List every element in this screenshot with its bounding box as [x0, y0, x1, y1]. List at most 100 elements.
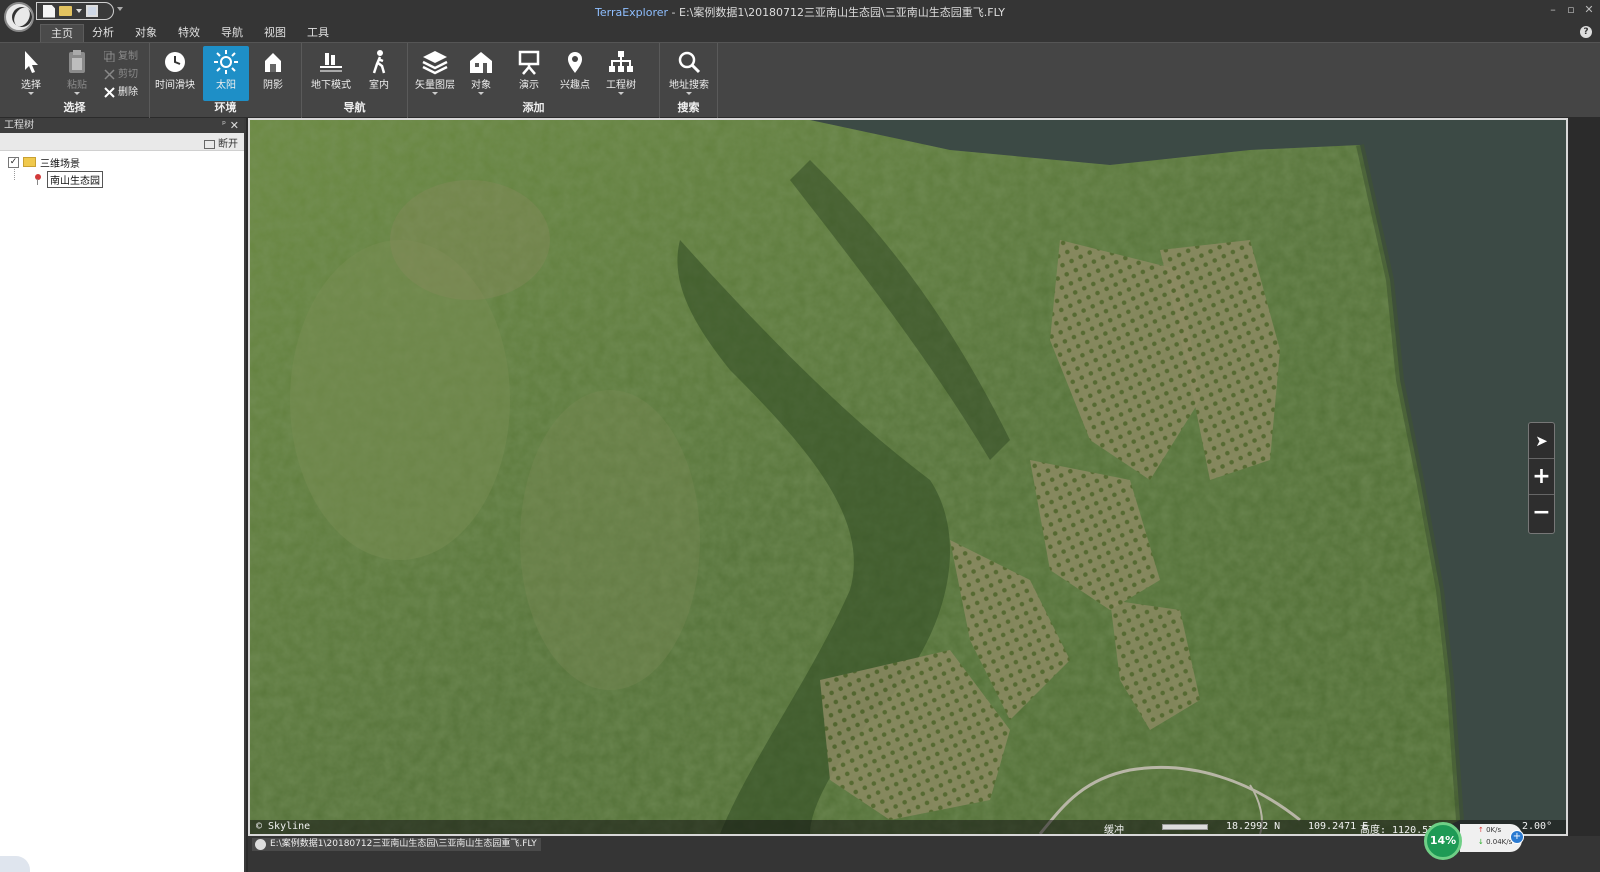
underground-label: 地下模式: [311, 80, 351, 91]
object-label: 对象: [471, 80, 491, 91]
house-shadow-icon: [259, 49, 287, 75]
folder-icon: [23, 157, 36, 167]
scissors-icon: [104, 68, 115, 80]
buffer-progress-bar: [1162, 824, 1208, 830]
ribbon-group-environment: 时间滑块 太阳 阴影 环境: [150, 43, 302, 118]
time-slider-button[interactable]: 时间滑块: [152, 46, 198, 101]
tab-effects[interactable]: 特效: [168, 24, 210, 42]
help-icon[interactable]: ?: [1580, 26, 1592, 38]
disconnect-label: 断开: [218, 139, 238, 150]
sun-label: 太阳: [216, 80, 236, 91]
chevron-down-icon: [432, 92, 438, 95]
status-file-path: E:\案例数据1\20180712三亚南山生态园\三亚南山生态园重飞.FLY: [252, 838, 541, 851]
clipboard-icon: [63, 49, 91, 75]
title-bar: TerraExplorer - E:\案例数据1\20180712三亚南山生态园…: [0, 0, 1600, 22]
indoor-label: 室内: [369, 80, 389, 91]
underground-icon: [317, 49, 345, 75]
project-tree-button[interactable]: 工程树: [598, 46, 644, 101]
navigation-control: ➤ + −: [1528, 422, 1555, 534]
object-button[interactable]: 对象: [458, 46, 504, 101]
buffer-label: 缓冲: [1104, 825, 1124, 836]
group-label-search: 搜索: [677, 101, 700, 114]
latitude-readout: 18.2992 N: [1226, 821, 1281, 832]
delete-x-icon: [104, 86, 115, 98]
chevron-down-icon: [28, 92, 34, 95]
close-panel-button[interactable]: ✕: [230, 118, 239, 133]
zoom-out-button[interactable]: −: [1529, 495, 1554, 531]
sun-button[interactable]: 太阳: [203, 46, 249, 101]
tab-analysis[interactable]: 分析: [82, 24, 124, 42]
clock-icon: [161, 49, 189, 75]
tree-item-location[interactable]: 南山生态园: [34, 170, 103, 188]
group-label-add: 添加: [522, 101, 545, 114]
location-pin-icon: [34, 173, 42, 185]
north-arrow-icon[interactable]: ➤: [1529, 423, 1554, 459]
project-tree-label: 工程树: [606, 80, 636, 91]
tab-tools[interactable]: 工具: [297, 24, 339, 42]
delete-button[interactable]: 删除: [104, 83, 138, 99]
heading-readout: 2.00°: [1522, 821, 1553, 832]
group-label-select: 选择: [63, 101, 86, 114]
chevron-down-icon: [478, 92, 484, 95]
minimize-button[interactable]: –: [1546, 3, 1560, 17]
copy-label: 复制: [118, 51, 138, 62]
building-icon: [467, 49, 495, 75]
pin-icon[interactable]: ᵖ: [222, 118, 226, 133]
tree-item-label: 南山生态园: [47, 170, 103, 188]
visibility-checkbox[interactable]: ✓: [8, 156, 19, 168]
cut-label: 剪切: [118, 69, 138, 80]
presentation-button[interactable]: 演示: [506, 46, 552, 101]
title-separator: -: [668, 6, 679, 19]
tab-objects[interactable]: 对象: [125, 24, 167, 42]
cut-button[interactable]: 剪切: [104, 65, 138, 81]
poi-button[interactable]: 兴趣点: [552, 46, 598, 101]
paste-button[interactable]: 粘贴: [54, 46, 100, 101]
ribbon-group-add: 矢量图层 对象 演示 兴趣点 工程树 添加: [408, 43, 660, 118]
panel-toolbar: 断开: [0, 133, 244, 151]
cpu-usage-indicator[interactable]: 14%: [1424, 822, 1462, 860]
map-info-bar: © Skyline 缓冲 18.2992 N 109.2471 E 高度: 11…: [250, 820, 1566, 836]
ribbon-tabs: 主页 分析 对象 特效 导航 视图 工具 ?: [0, 22, 1600, 42]
presentation-label: 演示: [519, 80, 539, 91]
tab-home[interactable]: 主页: [40, 24, 84, 42]
select-button[interactable]: 选择: [8, 46, 54, 101]
select-label: 选择: [21, 80, 41, 91]
chevron-down-icon: [74, 92, 80, 95]
hierarchy-icon: [607, 49, 635, 75]
delete-label: 删除: [118, 87, 138, 98]
disconnect-icon: [204, 139, 215, 149]
disconnect-button[interactable]: 断开: [204, 135, 238, 150]
expand-plus-icon[interactable]: +: [1510, 830, 1524, 844]
ribbon: 选择 粘贴 复制 剪切 删除 选择 时间滑块 太阳 阴影 环境 地下模式 室内 …: [0, 42, 1600, 118]
presentation-icon: [515, 49, 543, 75]
ribbon-group-search: 地址搜索 搜索: [660, 43, 718, 118]
shadow-button[interactable]: 阴影: [250, 46, 296, 101]
copy-icon: [103, 50, 115, 62]
tab-view[interactable]: 视图: [254, 24, 296, 42]
altitude-readout: 高度: 1120.57: [1360, 825, 1435, 836]
project-tree-panel: 工程树 ᵖ ✕ 断开 ✓ 三维场景 南山生态园: [0, 118, 246, 872]
indoor-button[interactable]: 室内: [356, 46, 402, 101]
paste-label: 粘贴: [67, 80, 87, 91]
address-search-button[interactable]: 地址搜索: [666, 46, 712, 101]
chevron-down-icon: [686, 92, 692, 95]
maximize-button[interactable]: ▫: [1564, 3, 1578, 17]
zoom-in-button[interactable]: +: [1529, 459, 1554, 495]
app-logo[interactable]: [4, 2, 34, 32]
copy-button[interactable]: 复制: [103, 47, 138, 63]
3d-map-view[interactable]: ➤ + − © Skyline 缓冲 18.2992 N 109.2471 E …: [248, 118, 1568, 836]
tab-navigation[interactable]: 导航: [211, 24, 253, 42]
terraexplorer-window: TerraExplorer - E:\案例数据1\20180712三亚南山生态园…: [0, 0, 1600, 872]
tree-item-scene[interactable]: ✓ 三维场景: [8, 154, 80, 170]
time-slider-label: 时间滑块: [155, 80, 195, 91]
ribbon-group-navigation: 地下模式 室内 导航: [302, 43, 408, 118]
chevron-down-icon: [618, 92, 624, 95]
vector-layer-button[interactable]: 矢量图层: [412, 46, 458, 101]
aerial-imagery: [250, 120, 1566, 834]
shadow-label: 阴影: [263, 80, 283, 91]
close-button[interactable]: ✕: [1582, 3, 1596, 17]
underground-mode-button[interactable]: 地下模式: [308, 46, 354, 101]
file-path: E:\案例数据1\20180712三亚南山生态园\三亚南山生态园重飞.FLY: [679, 6, 1005, 19]
status-bar: E:\案例数据1\20180712三亚南山生态园\三亚南山生态园重飞.FLY 0…: [248, 822, 1600, 872]
walking-person-icon: [365, 49, 393, 75]
